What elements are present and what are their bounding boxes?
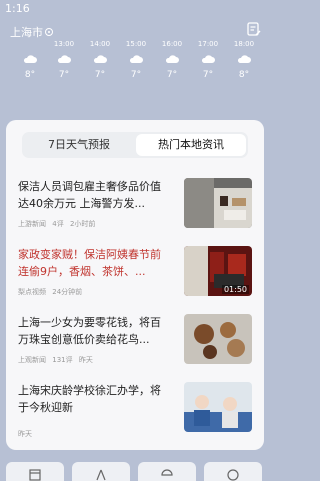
hour-item: 16:00 7° (154, 40, 190, 80)
news-title: 上海一少女为要零花钱，将百万珠宝创意低价卖给花鸟... (18, 316, 161, 346)
hour-time: 17:00 (197, 40, 219, 48)
news-title: 家政变家贼！保洁阿姨春节前连偷9户，香烟、茶饼、... (18, 248, 161, 278)
news-item[interactable]: 家政变家贼！保洁阿姨春节前连偷9户，香烟、茶饼、... 梨点视频 24分钟前 0… (18, 246, 256, 308)
shortcut-item[interactable] (204, 462, 262, 481)
hour-time: 16:00 (161, 40, 183, 48)
cloud-icon (93, 55, 107, 63)
news-thumbnail (184, 382, 252, 432)
news-meta: 上游新闻 4评 2小时前 (18, 219, 99, 229)
hour-temp: 8° (24, 70, 36, 80)
shortcut-item[interactable] (6, 462, 64, 481)
status-time: 1:16 (5, 2, 30, 15)
news-time: 昨天 (18, 430, 32, 438)
video-duration: 01:50 (221, 285, 249, 294)
cloud-icon (23, 55, 37, 63)
news-thumbnail (184, 314, 252, 364)
tab-local-news[interactable]: 热门本地资讯 (136, 134, 246, 156)
hour-item: 17:00 7° (190, 40, 226, 80)
news-item[interactable]: 上海宋庆龄学校徐汇办学，将于今秋迎新 昨天 (18, 382, 256, 444)
hour-temp: 8° (238, 70, 250, 80)
news-title: 保洁人员调包雇主奢侈品价值达40余万元 上海警方发... (18, 180, 161, 210)
shortcut-item[interactable] (138, 462, 196, 481)
news-time: 2小时前 (69, 220, 96, 228)
cloud-icon (201, 55, 215, 63)
cloud-icon (237, 55, 251, 63)
hour-time (12, 40, 48, 50)
hour-temp: 7° (58, 70, 70, 80)
hour-item: 14:00 7° (82, 40, 118, 80)
hour-temp: 7° (166, 70, 178, 80)
umbrella-icon (161, 469, 173, 476)
location-header[interactable]: 上海市 (10, 24, 53, 40)
cloud-icon (57, 55, 71, 63)
news-time: 昨天 (78, 356, 93, 364)
bottom-shortcuts (0, 458, 270, 481)
hour-temp: 7° (130, 70, 142, 80)
news-source: 梨点视频 (18, 288, 46, 296)
compass-icon (227, 469, 239, 481)
hour-item: 15:00 7° (118, 40, 154, 80)
news-comments: 131评 (52, 356, 73, 364)
hour-item: 8° (12, 40, 48, 80)
news-meta: 梨点视频 24分钟前 (18, 287, 86, 297)
cloud-icon (165, 55, 179, 63)
edit-icon[interactable] (246, 21, 262, 37)
status-bar: 1:16 (0, 0, 270, 16)
news-source: 上游新闻 (18, 220, 46, 228)
news-meta: 上观新闻 131评 昨天 (18, 355, 97, 365)
news-thumbnail (184, 178, 252, 228)
hour-item: 18:00 8° (226, 40, 262, 80)
location-pin-icon (45, 28, 53, 36)
news-item[interactable]: 保洁人员调包雇主奢侈品价值达40余万元 上海警方发... 上游新闻 4评 2小时… (18, 178, 256, 240)
hour-item: 13:00 7° (46, 40, 82, 80)
news-comments: 4评 (52, 220, 64, 228)
hour-temp: 7° (94, 70, 106, 80)
news-time: 24分钟前 (52, 288, 83, 296)
news-card: 7日天气预报 热门本地资讯 保洁人员调包雇主奢侈品价值达40余万元 上海警方发.… (6, 120, 264, 450)
person-icon (96, 469, 106, 481)
calendar-icon (29, 469, 41, 481)
news-source: 上观新闻 (18, 356, 46, 364)
hour-time: 13:00 (53, 40, 75, 48)
shortcut-item[interactable] (72, 462, 130, 481)
hour-time: 15:00 (125, 40, 147, 48)
hourly-forecast: 8° 13:00 7° 14:00 7° 15:00 7° 16:00 7° 1… (0, 40, 270, 100)
location-label: 上海市 (10, 26, 43, 39)
news-video-thumbnail: 01:50 (184, 246, 252, 296)
news-item[interactable]: 上海一少女为要零花钱，将百万珠宝创意低价卖给花鸟... 上观新闻 131评 昨天 (18, 314, 256, 376)
cloud-icon (129, 55, 143, 63)
hour-temp: 7° (202, 70, 214, 80)
news-title: 上海宋庆龄学校徐汇办学，将于今秋迎新 (18, 384, 161, 414)
hour-time: 14:00 (89, 40, 111, 48)
hour-time: 18:00 (233, 40, 255, 48)
tab-7day-forecast[interactable]: 7日天气预报 (24, 134, 134, 156)
news-meta: 昨天 (18, 429, 36, 439)
tab-bar: 7日天气预报 热门本地资讯 (22, 132, 248, 158)
